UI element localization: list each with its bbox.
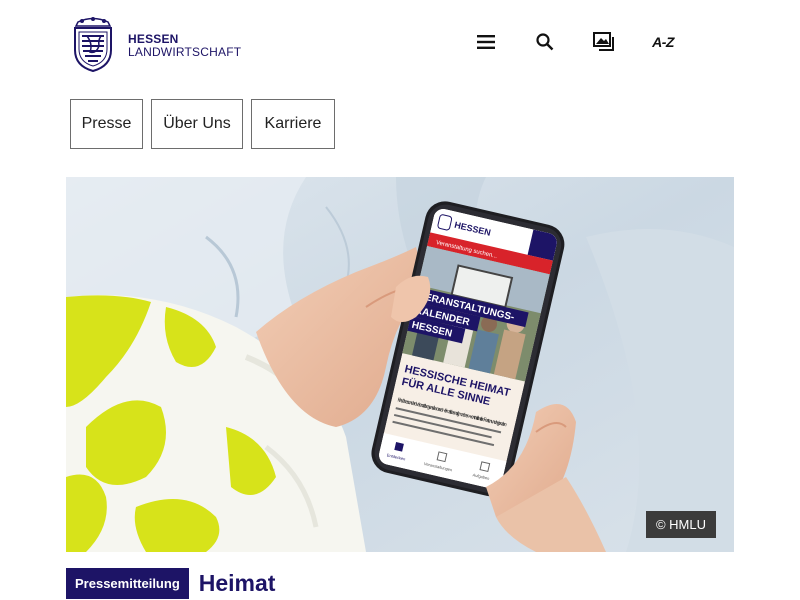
nav-button-karriere[interactable]: Karriere	[251, 99, 335, 149]
category-badge: Pressemitteilung	[66, 568, 189, 599]
menu-icon[interactable]	[470, 28, 502, 56]
site-logo[interactable]: HESSEN LANDWIRTSCHAFT	[70, 16, 241, 72]
search-icon[interactable]	[529, 28, 561, 56]
brand-line2: LANDWIRTSCHAFT	[128, 45, 242, 59]
nav-button-presse[interactable]: Presse	[70, 99, 143, 149]
hero-image: HESSEN Veranstaltung suchen... VERANSTAL…	[66, 177, 734, 552]
article-heading: Pressemitteilung Heimat	[66, 568, 275, 599]
image-credit: © HMLU	[645, 511, 716, 538]
gallery-icon[interactable]	[588, 28, 620, 56]
article-title[interactable]: Heimat	[199, 570, 276, 597]
header-toolbar: A-Z	[470, 28, 679, 56]
hessen-crest-icon	[74, 17, 112, 72]
main-nav: Presse Über Uns Karriere	[70, 99, 335, 149]
nav-button-ueber-uns[interactable]: Über Uns	[151, 99, 243, 149]
hero-photo-illustration: HESSEN Veranstaltung suchen... VERANSTAL…	[66, 177, 734, 552]
site-header: HESSEN LANDWIRTSCHAFT A-Z	[0, 0, 800, 90]
a-z-icon[interactable]: A-Z	[647, 28, 679, 56]
